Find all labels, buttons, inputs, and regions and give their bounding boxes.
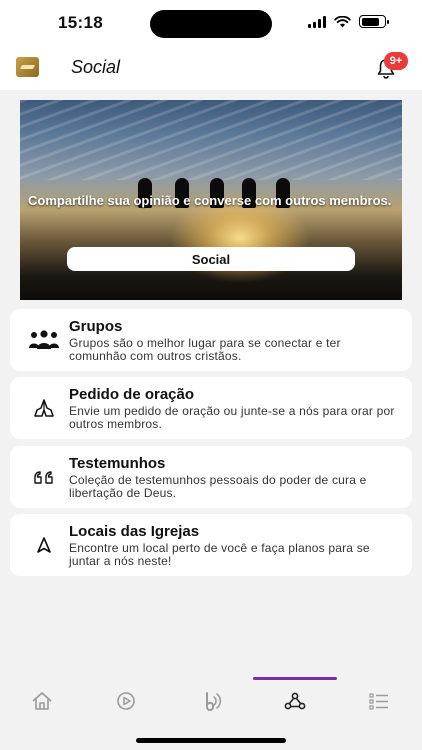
navigation-arrow-icon — [28, 532, 60, 558]
card-title: Grupos — [69, 318, 123, 335]
card-description: Grupos são o melhor lugar para se conect… — [69, 336, 341, 363]
bible-icon — [206, 692, 222, 711]
card-prayer-request[interactable]: Pedido de oração Envie um pedido de oraç… — [10, 377, 412, 439]
banner-text: Compartilhe sua opinião e converse com o… — [28, 193, 392, 208]
wifi-icon — [334, 15, 351, 27]
social-icon — [284, 692, 306, 710]
banner-sky — [20, 100, 402, 180]
social-banner: Compartilhe sua opinião e converse com o… — [20, 100, 402, 300]
card-title: Testemunhos — [69, 455, 166, 472]
notification-badge[interactable]: 9+ — [384, 52, 408, 70]
signal-icon — [308, 15, 326, 28]
home-indicator[interactable] — [136, 738, 286, 743]
card-church-locations[interactable]: Locais das Igrejas Encontre um local per… — [10, 514, 412, 576]
status-time: 15:18 — [58, 13, 103, 32]
app-logo[interactable] — [16, 57, 39, 77]
active-tab-indicator — [253, 677, 337, 680]
tab-menu[interactable] — [364, 687, 394, 715]
praying-hands-icon — [28, 395, 60, 421]
app-header: Social 9+ — [0, 48, 422, 90]
card-description: Coleção de testemunhos pessoais do poder… — [69, 473, 367, 500]
card-groups[interactable]: Grupos Grupos são o melhor lugar para se… — [10, 309, 412, 371]
status-bar: 15:18 — [0, 0, 422, 48]
tab-social[interactable] — [280, 687, 310, 715]
social-button[interactable]: Social — [67, 247, 355, 271]
home-icon — [32, 692, 52, 710]
list-icon — [369, 693, 388, 710]
card-description: Envie um pedido de oração ou junte-se a … — [69, 404, 395, 431]
play-icon — [117, 692, 135, 710]
card-description: Encontre um local perto de você e faça p… — [69, 541, 370, 568]
tab-videos[interactable] — [111, 687, 141, 715]
card-title: Locais das Igrejas — [69, 523, 200, 540]
battery-icon — [359, 15, 389, 28]
card-testimonies[interactable]: Testemunhos Coleção de testemunhos pesso… — [10, 446, 412, 508]
card-title: Pedido de oração — [69, 386, 195, 403]
dynamic-island — [150, 10, 272, 38]
people-group-icon — [28, 327, 60, 353]
page-title: Social — [71, 57, 121, 77]
tab-home[interactable] — [27, 687, 57, 715]
tab-bar — [0, 677, 422, 725]
status-icons — [308, 15, 389, 28]
tab-bible[interactable] — [196, 687, 226, 715]
quote-icon — [28, 464, 60, 490]
